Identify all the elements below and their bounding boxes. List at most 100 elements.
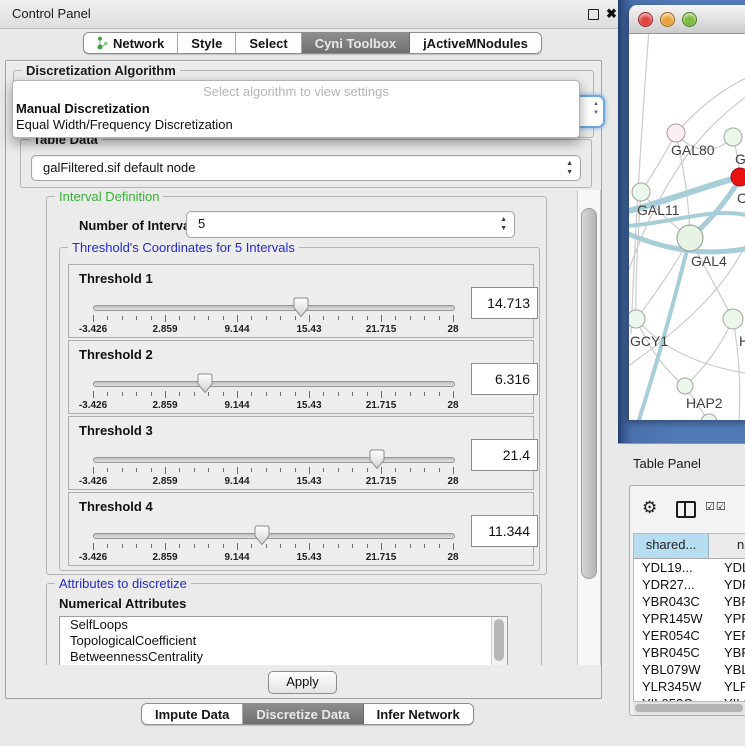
table-row[interactable]: YDL19...YDL1 <box>634 559 745 576</box>
slider-tick <box>410 544 411 548</box>
slider-tick <box>151 316 152 320</box>
settings-vertical-scrollbar[interactable] <box>577 190 601 665</box>
table-data-combobox[interactable]: galFiltered.sif default node ▲▼ <box>31 155 581 181</box>
tab-label: Infer Network <box>377 707 460 722</box>
cyni-toolbox-content: Discretization Algorithm ▲▼ Select algor… <box>5 60 602 699</box>
slider-track[interactable] <box>93 381 455 387</box>
tab-jactivemnodules[interactable]: jActiveMNodules <box>410 33 541 53</box>
table-row[interactable]: YBR045CYBR0 <box>634 644 745 661</box>
mac-zoom-button[interactable] <box>682 12 697 27</box>
cell-name[interactable]: YBR0 <box>717 644 745 661</box>
slider-track[interactable] <box>93 533 455 539</box>
attribute-item-selfloops[interactable]: SelfLoops <box>60 617 507 633</box>
float-window-icon[interactable] <box>588 9 599 20</box>
cell-shared-name[interactable]: YDR27... <box>634 576 717 593</box>
threshold-value-field[interactable]: 14.713 <box>471 287 538 319</box>
slider-track[interactable] <box>93 305 455 311</box>
slider-handle[interactable] <box>254 525 270 546</box>
cell-shared-name[interactable]: YPR145W <box>634 610 717 627</box>
network-node-gal4[interactable] <box>677 225 703 251</box>
tab-label: Style <box>191 36 222 51</box>
tab-cyni-toolbox[interactable]: Cyni Toolbox <box>302 33 410 53</box>
dropdown-option-equal-width-frequency[interactable]: Equal Width/Frequency Discretization <box>13 117 579 133</box>
table-data-value: galFiltered.sif default node <box>43 156 195 180</box>
cell-name[interactable]: YDL1 <box>717 559 745 576</box>
slider-handle[interactable] <box>369 449 385 470</box>
slider-track[interactable] <box>93 457 455 463</box>
table-panel-region: Table Panel ⚙ ☑☑ shared... na YDL19...YD… <box>618 443 745 746</box>
network-window-titlebar[interactable] <box>629 5 745 34</box>
table-row[interactable]: YPR145WYPR1 <box>634 610 745 627</box>
column-header-name[interactable]: na <box>709 534 745 558</box>
table-row[interactable]: YER054CYER0 <box>634 627 745 644</box>
mac-minimize-button[interactable] <box>660 12 675 27</box>
number-of-intervals-combobox[interactable]: 5 ▲▼ <box>186 211 515 238</box>
tab-infer-network[interactable]: Infer Network <box>364 704 473 724</box>
slider-tick <box>107 544 108 548</box>
network-node-gal80[interactable] <box>667 124 685 142</box>
cell-shared-name[interactable]: YLR345W <box>634 678 717 695</box>
table-horizontal-scrollbar[interactable] <box>633 701 745 715</box>
table-row[interactable]: YDR27...YDR2 <box>634 576 745 593</box>
tab-style[interactable]: Style <box>178 33 236 53</box>
split-columns-icon[interactable] <box>676 501 696 518</box>
slider-tick <box>136 392 137 396</box>
network-canvas[interactable]: GAL80GACGAL11GAL4GCY1HHAP2 <box>629 34 745 420</box>
slider-tick <box>223 316 224 320</box>
cell-shared-name[interactable]: YBR045C <box>634 644 717 661</box>
slider-tick <box>122 468 123 472</box>
cell-shared-name[interactable]: YBR043C <box>634 593 717 610</box>
cell-name[interactable]: YPR1 <box>717 610 745 627</box>
cell-shared-name[interactable]: YDL19... <box>634 559 717 576</box>
numerical-attributes-list[interactable]: SelfLoopsTopologicalCoefficientBetweenne… <box>59 616 508 665</box>
column-header-shared-name[interactable]: shared... <box>634 534 709 558</box>
tab-impute-data[interactable]: Impute Data <box>142 704 243 724</box>
slider-handle[interactable] <box>197 373 213 394</box>
cell-shared-name[interactable]: YBL079W <box>634 661 717 678</box>
mac-close-button[interactable] <box>638 12 653 27</box>
network-node-c[interactable] <box>731 168 745 186</box>
threshold-value-field[interactable]: 11.344 <box>471 515 538 547</box>
close-icon[interactable]: ✖ <box>606 0 617 28</box>
network-node-hap2[interactable] <box>677 378 693 394</box>
cell-name[interactable]: YBR0 <box>717 593 745 610</box>
slider-tick <box>251 468 252 472</box>
network-node-gal11[interactable] <box>632 183 650 201</box>
slider-tick-label: 28 <box>447 400 458 411</box>
table-row[interactable]: YBL079WYBL0 <box>634 661 745 678</box>
slider-tick <box>266 316 267 320</box>
dropdown-option-manual-discretization[interactable]: Manual Discretization <box>13 101 579 117</box>
threshold-value-field[interactable]: 6.316 <box>471 363 538 395</box>
tab-discretize-data[interactable]: Discretize Data <box>243 704 363 724</box>
apply-button[interactable]: Apply <box>268 671 337 694</box>
tab-label: Impute Data <box>155 707 229 722</box>
table-panel-title: Table Panel <box>633 456 701 471</box>
cell-shared-name[interactable]: YER054C <box>634 627 717 644</box>
list-scrollbar[interactable] <box>491 617 507 665</box>
attribute-item-betweennesscentrality[interactable]: BetweennessCentrality <box>60 649 507 665</box>
network-node-ga[interactable] <box>724 128 742 146</box>
cell-name[interactable]: YBL0 <box>717 661 745 678</box>
scrollbar-thumb[interactable] <box>635 704 743 712</box>
slider-handle[interactable] <box>293 297 309 318</box>
threshold-value-field[interactable]: 21.4 <box>471 439 538 471</box>
cell-name[interactable]: YDR2 <box>717 576 745 593</box>
table-row[interactable]: YBR043CYBR0 <box>634 593 745 610</box>
cell-name[interactable]: YLR3 <box>717 678 745 695</box>
table-row[interactable]: YLR345WYLR3 <box>634 678 745 695</box>
slider-tick <box>453 467 454 474</box>
scrollbar-thumb[interactable] <box>494 619 504 661</box>
network-node[interactable] <box>701 414 717 420</box>
slider-tick <box>251 316 252 320</box>
tab-label: Network <box>113 36 164 51</box>
tab-select[interactable]: Select <box>236 33 301 53</box>
cell-name[interactable]: YER0 <box>717 627 745 644</box>
gear-icon[interactable]: ⚙ <box>642 498 657 518</box>
network-node-h[interactable] <box>723 309 743 329</box>
network-node-gcy1[interactable] <box>629 310 645 328</box>
scrollbar-thumb[interactable] <box>581 208 597 579</box>
tab-network[interactable]: Network <box>84 33 178 53</box>
attribute-item-topologicalcoefficient[interactable]: TopologicalCoefficient <box>60 633 507 649</box>
network-nodes[interactable] <box>629 124 745 420</box>
select-columns-icon[interactable]: ☑☑ <box>705 500 727 513</box>
